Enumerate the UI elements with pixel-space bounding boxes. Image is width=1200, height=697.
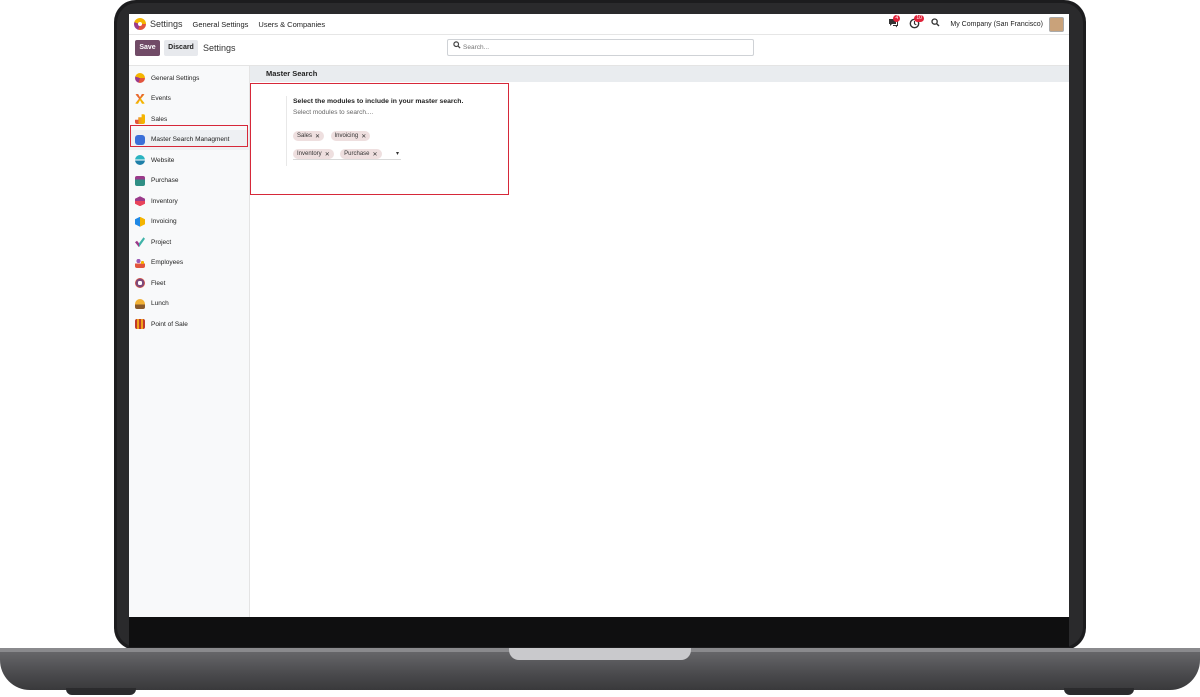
sidebar-item-label: Invoicing (151, 218, 177, 226)
odoo-logo-icon (135, 73, 145, 84)
sidebar-item-label: General Settings (151, 74, 200, 82)
laptop-foot-right (1064, 688, 1134, 695)
search-input[interactable] (463, 41, 743, 53)
section-header: Master Search (250, 66, 1069, 82)
activities-badge: 10 (914, 15, 924, 22)
nav-general-settings[interactable]: General Settings (193, 20, 249, 29)
employees-icon (135, 257, 145, 268)
messages-icon[interactable]: 4 (887, 15, 901, 30)
user-avatar[interactable] (1049, 16, 1064, 32)
sidebar-item-label: Fleet (151, 279, 166, 287)
setting-divider (286, 96, 287, 166)
settings-main: Master Search Select the modules to incl… (250, 66, 1069, 617)
sidebar-item-purchase[interactable]: Purchase (129, 171, 249, 192)
sidebar-item-inventory[interactable]: Inventory (129, 191, 249, 212)
laptop-foot-left (66, 688, 136, 695)
events-icon (135, 93, 145, 104)
module-select-input[interactable]: ▾ (293, 150, 401, 160)
search-icon (453, 41, 461, 51)
setting-help: Select modules to search.... (293, 109, 374, 116)
page-title: Settings (203, 43, 236, 53)
sidebar-item-label: Sales (151, 115, 168, 123)
sales-icon (135, 114, 145, 125)
sidebar-item-website[interactable]: Website (129, 150, 249, 171)
sidebar-item-employees[interactable]: Employees (129, 253, 249, 274)
app-name[interactable]: Settings (150, 19, 183, 29)
tag-sales[interactable]: Sales ✕ (293, 131, 325, 141)
screen: Settings General Settings Users & Compan… (129, 14, 1069, 617)
nav-users-companies[interactable]: Users & Companies (258, 20, 325, 29)
sidebar-item-label: Employees (151, 259, 184, 267)
sidebar-item-label: Point of Sale (151, 320, 188, 328)
activities-icon[interactable]: 10 (908, 15, 924, 30)
sidebar-item-general-settings[interactable]: General Settings (129, 68, 249, 89)
navbar-systray: 4 10 My Company (San Francisco) (887, 14, 1069, 34)
control-panel: Save Discard Settings (129, 35, 1069, 66)
top-navbar: Settings General Settings Users & Compan… (129, 14, 1069, 35)
company-switcher[interactable]: My Company (San Francisco) (950, 21, 1043, 28)
sidebar-item-label: Lunch (151, 300, 169, 308)
sidebar-item-invoicing[interactable]: Invoicing (129, 212, 249, 233)
laptop-chin (129, 617, 1069, 647)
tag-label: Invoicing (334, 133, 359, 139)
project-icon (135, 237, 145, 248)
sidebar-item-label: Purchase (151, 177, 179, 185)
odoo-logo-icon[interactable] (134, 18, 146, 30)
invoicing-icon (135, 216, 145, 227)
sidebar-item-events[interactable]: Events (129, 89, 249, 110)
section-title: Master Search (266, 69, 318, 78)
sidebar-item-project[interactable]: Project (129, 232, 249, 253)
caret-down-icon[interactable]: ▾ (396, 150, 399, 157)
remove-tag-icon[interactable]: ✕ (361, 133, 366, 140)
settings-search-box[interactable] (447, 39, 754, 56)
settings-sidebar: General Settings Events Sales Master Sea… (129, 66, 250, 617)
discard-button[interactable]: Discard (164, 40, 198, 56)
tag-label: Sales (297, 133, 313, 139)
highlight-box-sidebar (130, 125, 248, 147)
sidebar-item-lunch[interactable]: Lunch (129, 294, 249, 315)
website-icon (135, 155, 145, 166)
sidebar-item-point-of-sale[interactable]: Point of Sale (129, 314, 249, 335)
messages-badge: 4 (893, 15, 901, 22)
sidebar-item-label: Website (151, 156, 175, 164)
laptop-notch (509, 648, 691, 660)
fleet-icon (135, 278, 145, 289)
search-icon[interactable] (929, 18, 941, 30)
tag-invoicing[interactable]: Invoicing ✕ (330, 131, 371, 141)
setting-title: Select the modules to include in your ma… (293, 98, 464, 105)
remove-tag-icon[interactable]: ✕ (315, 133, 320, 140)
purchase-icon (135, 175, 145, 186)
sidebar-item-label: Project (151, 238, 172, 246)
sidebar-item-label: Events (151, 95, 171, 103)
save-button[interactable]: Save (135, 40, 160, 56)
point-of-sale-icon (135, 319, 145, 330)
lunch-icon (135, 298, 145, 309)
sidebar-item-fleet[interactable]: Fleet (129, 273, 249, 294)
sidebar-item-label: Inventory (151, 197, 178, 205)
inventory-icon (135, 196, 145, 207)
